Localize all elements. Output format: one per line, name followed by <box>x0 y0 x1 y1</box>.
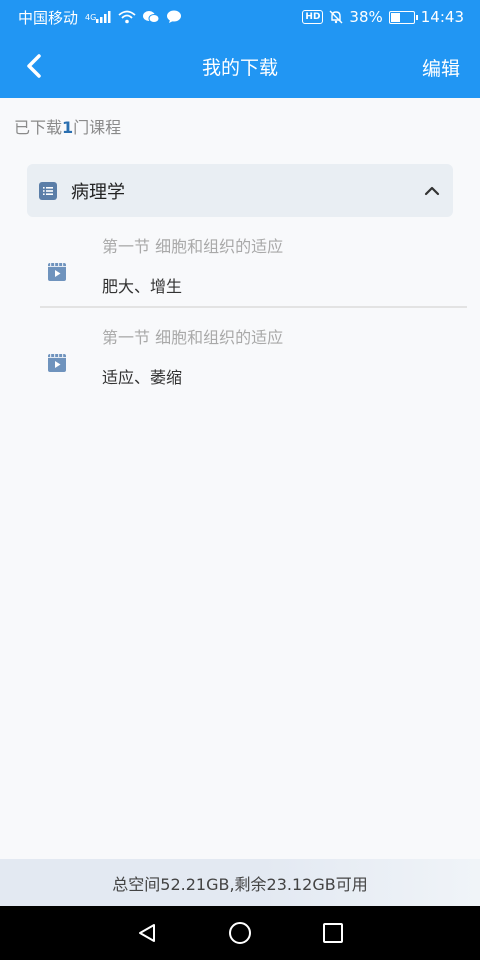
download-summary: 已下载1门课程 <box>14 114 121 138</box>
wifi-icon <box>118 10 136 24</box>
bell-off-icon <box>329 10 343 24</box>
app-header: 中国移动 4G HD 38% 14:43 我的下载 编辑 <box>0 0 480 98</box>
summary-suffix: 门课程 <box>73 118 122 137</box>
chevron-up-icon[interactable] <box>423 182 441 200</box>
course-count: 1 <box>62 118 74 137</box>
square-recents-icon <box>323 923 344 943</box>
divider <box>40 306 467 308</box>
triangle-back-icon <box>138 924 155 942</box>
edit-button[interactable]: 编辑 <box>422 54 460 81</box>
lesson-item[interactable]: 第一节 细胞和组织的适应 适应、萎缩 <box>40 324 467 410</box>
wechat-icon <box>142 10 160 24</box>
video-icon <box>48 354 66 372</box>
course-header-pathology[interactable]: 病理学 <box>27 164 453 217</box>
hd-badge: HD <box>302 10 324 24</box>
status-left: 中国移动 4G <box>18 7 182 28</box>
battery-icon <box>388 10 418 24</box>
lesson-chapter: 第一节 细胞和组织的适应 <box>102 328 284 347</box>
recents-nav-button[interactable] <box>321 921 345 945</box>
back-button[interactable] <box>18 50 50 82</box>
summary-prefix: 已下载 <box>14 118 63 137</box>
video-icon <box>48 263 66 281</box>
storage-info: 总空间52.21GB,剩余23.12GB可用 <box>112 874 368 894</box>
message-icon <box>166 10 182 24</box>
course-title: 病理学 <box>71 181 125 203</box>
carrier-label: 中国移动 <box>18 8 79 27</box>
network-type: 4G <box>85 12 97 22</box>
chevron-left-icon <box>27 54 41 78</box>
battery-percent: 38% <box>349 8 383 26</box>
list-icon <box>39 181 57 200</box>
nav-bar: 我的下载 编辑 <box>0 34 480 98</box>
clock: 14:43 <box>420 8 464 26</box>
status-right: HD 38% 14:43 <box>302 8 464 26</box>
status-bar: 中国移动 4G HD 38% 14:43 <box>0 0 480 34</box>
lesson-name: 适应、萎缩 <box>102 368 183 387</box>
page-title: 我的下载 <box>201 56 278 79</box>
lesson-chapter: 第一节 细胞和组织的适应 <box>102 237 284 256</box>
signal-icon: 4G <box>84 11 112 23</box>
home-nav-button[interactable] <box>228 921 252 945</box>
lesson-name: 肥大、增生 <box>102 277 183 296</box>
system-nav-bar <box>0 906 480 960</box>
storage-footer: 总空间52.21GB,剩余23.12GB可用 <box>0 859 480 906</box>
back-nav-button[interactable] <box>135 921 159 945</box>
circle-home-icon <box>228 922 251 944</box>
